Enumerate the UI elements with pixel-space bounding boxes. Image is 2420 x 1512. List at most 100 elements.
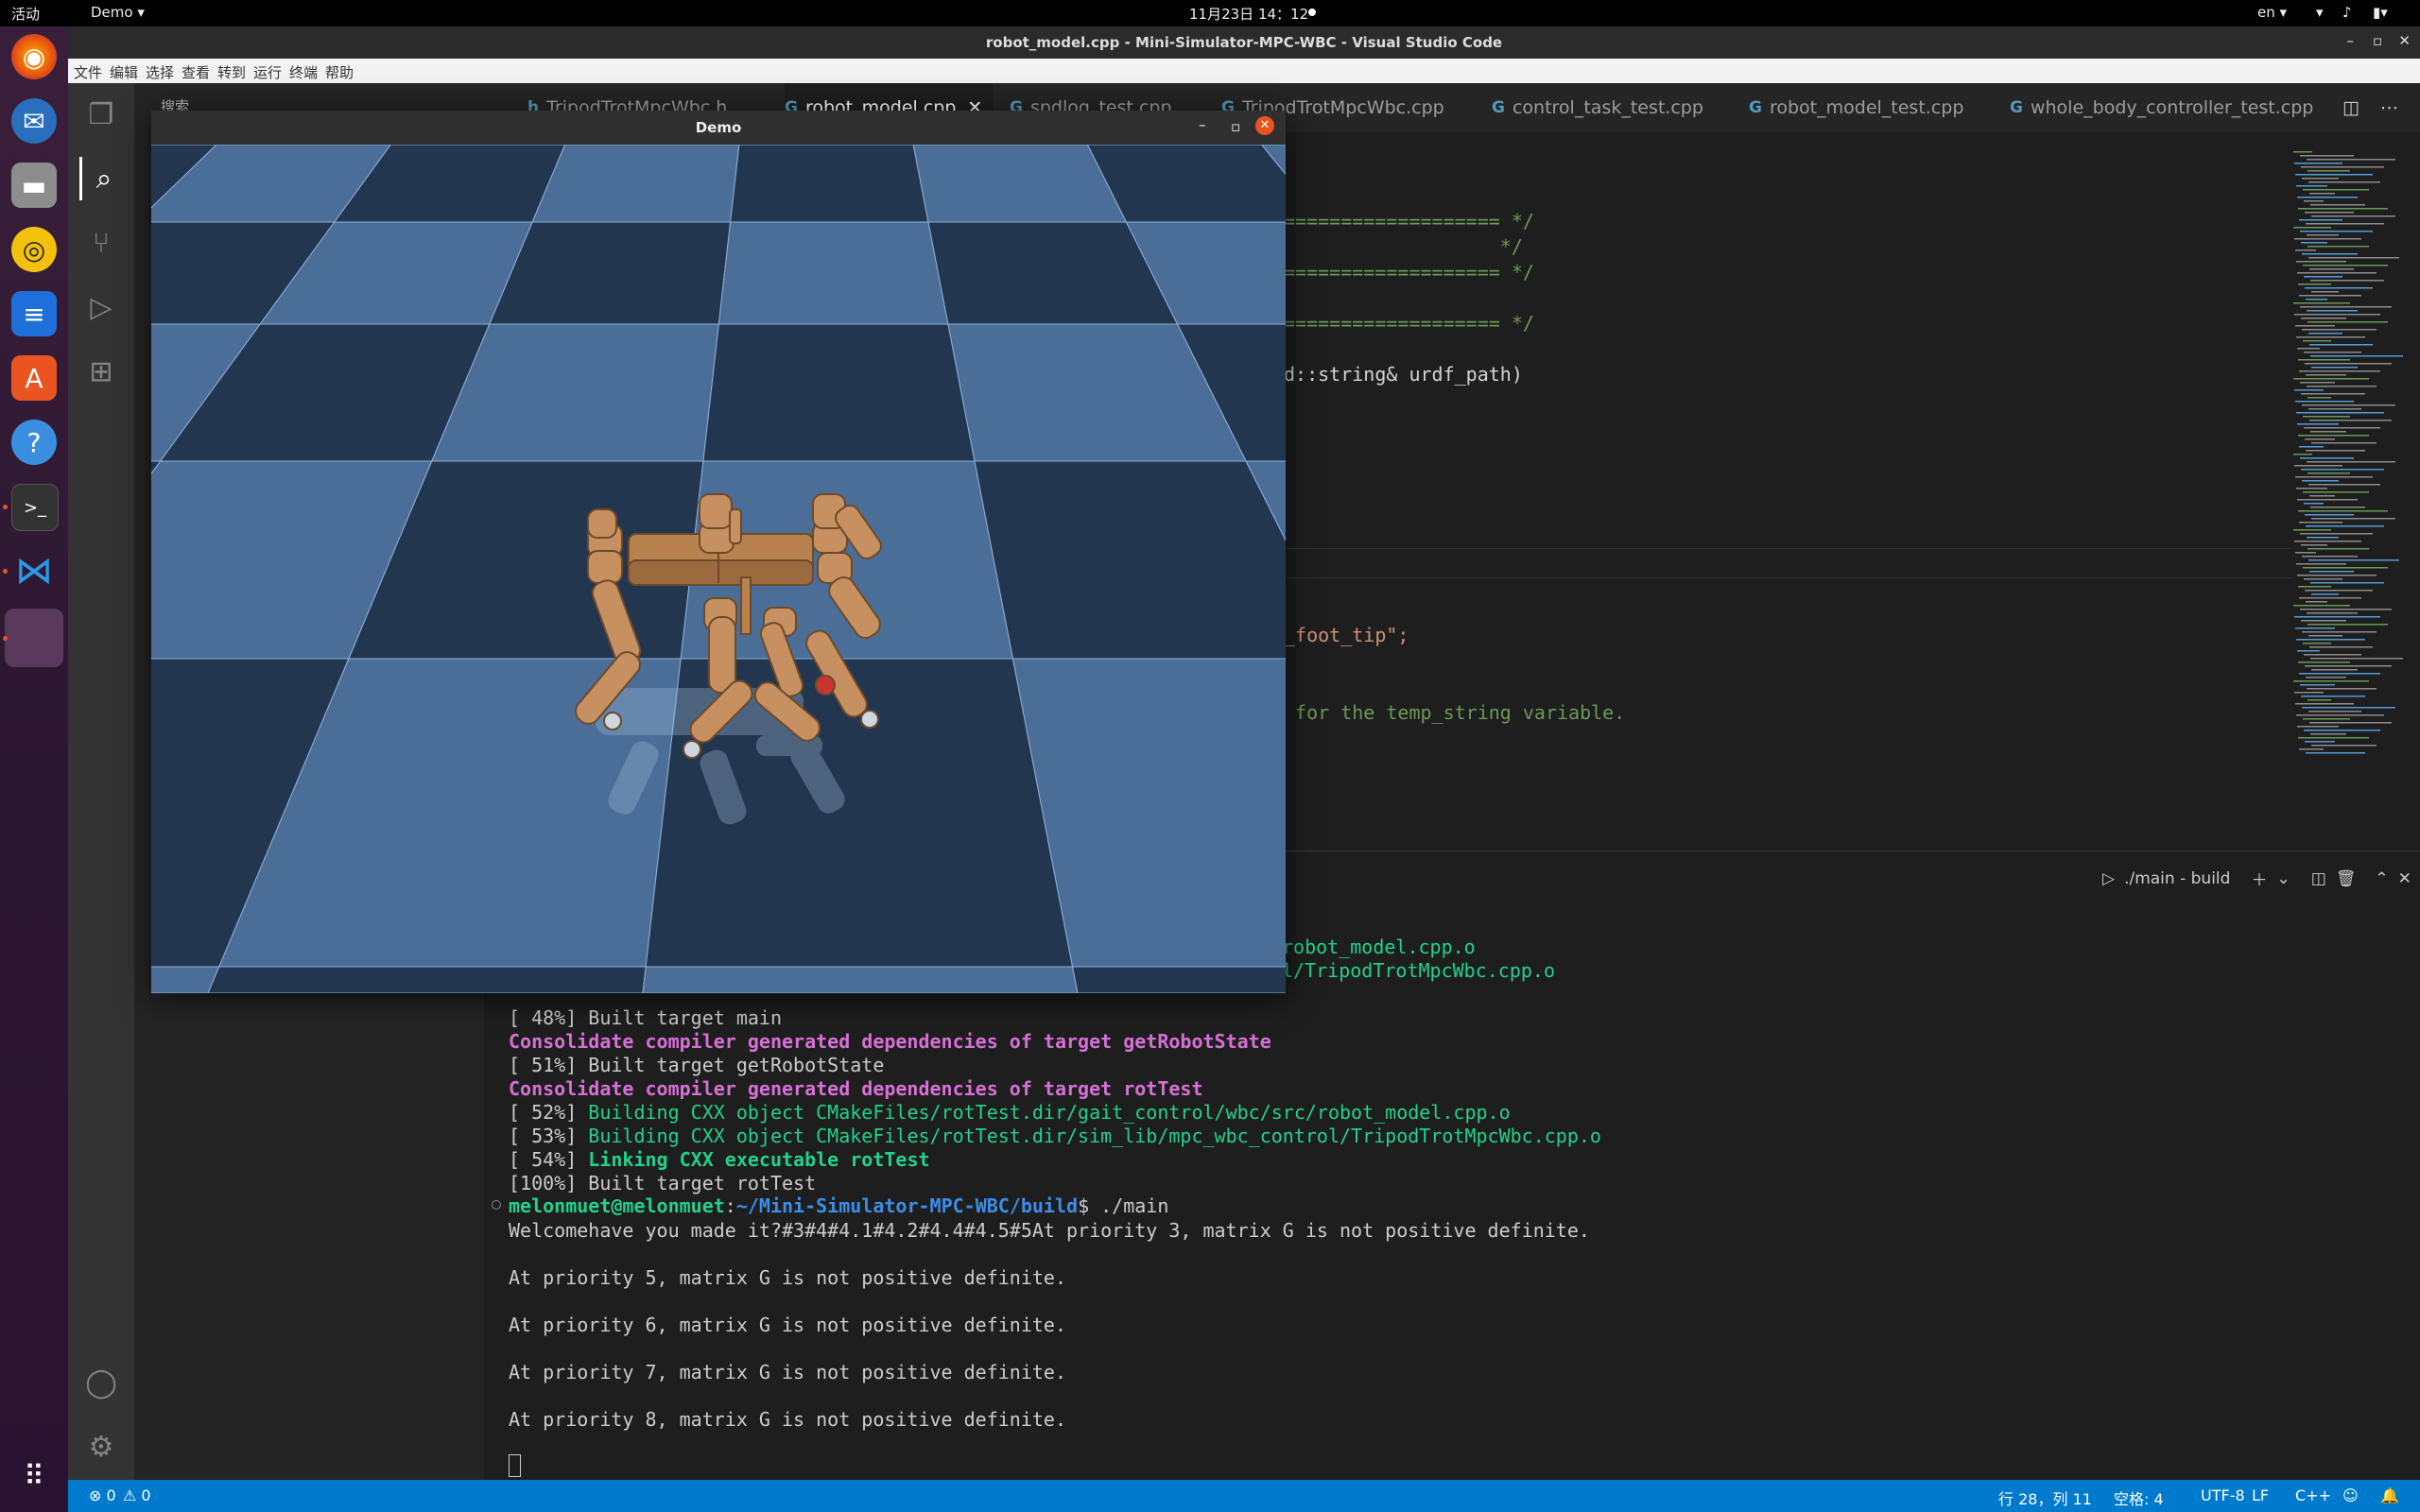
rhythmbox-icon[interactable]: ◎ <box>11 227 57 272</box>
extensions-icon[interactable]: ⊞ <box>79 350 123 393</box>
menu-terminal[interactable]: 终端 <box>289 62 318 82</box>
split-editor-icon[interactable]: ◫ <box>2342 83 2360 132</box>
app-center-icon[interactable]: A <box>11 355 57 401</box>
minimap-line <box>2302 404 2395 406</box>
terminal-name[interactable]: ./main - build <box>2124 869 2230 888</box>
minimap-graphic <box>2293 151 2403 754</box>
source-control-icon[interactable]: ⑂ <box>79 221 123 265</box>
minimap-line <box>2296 488 2327 490</box>
run-debug-icon[interactable]: ▷ <box>79 285 123 329</box>
minimap-line <box>2300 457 2354 459</box>
minimap-line <box>2309 268 2354 270</box>
account-icon[interactable]: ◯ <box>79 1361 123 1404</box>
indentation[interactable]: 空格: 4 <box>2114 1486 2164 1509</box>
volume-icon[interactable]: ♪ <box>2342 4 2352 21</box>
floor-tile <box>702 323 976 462</box>
close-icon[interactable]: ✕ <box>1255 116 1274 135</box>
dock: ◉ ✉ ▬ ◎ ≡ A ? >_ ⋈ ⠿ <box>0 26 68 1512</box>
activities-button[interactable]: 活动 <box>11 4 40 24</box>
maximize-icon[interactable]: ▫ <box>2373 32 2382 49</box>
minimap-line <box>2305 665 2392 667</box>
minimap-line <box>2310 582 2384 584</box>
menu-edit[interactable]: 编辑 <box>110 62 138 82</box>
minimap-line <box>2308 472 2350 474</box>
menu-selection[interactable]: 选择 <box>146 62 174 82</box>
minimap-line <box>2303 265 2388 266</box>
line-ending[interactable]: LF <box>2252 1486 2269 1504</box>
menu-help[interactable]: 帮助 <box>325 62 354 82</box>
minimize-icon[interactable]: – <box>1199 116 1206 133</box>
terminal-cursor <box>509 1454 521 1477</box>
build-message: Consolidate compiler generated dependenc… <box>509 1030 1271 1053</box>
minimap-line <box>2294 692 2324 694</box>
tab-control-task-test[interactable]: Gcontrol_task_test.cpp <box>1492 83 1703 132</box>
minimap-line <box>2306 223 2384 225</box>
clock[interactable]: 11月23日 14：12 <box>1189 4 1308 24</box>
minimize-icon[interactable]: – <box>2347 32 2355 49</box>
writer-icon[interactable]: ≡ <box>11 291 57 336</box>
thunderbird-icon[interactable]: ✉ <box>11 98 57 144</box>
command-decoration-icon[interactable] <box>492 1200 501 1210</box>
language-mode[interactable]: C++ <box>2295 1486 2331 1504</box>
minimap-line <box>2293 378 2369 380</box>
minimap-line <box>2306 752 2365 754</box>
settings-gear-icon[interactable]: ⚙ <box>79 1425 123 1469</box>
minimap-line <box>2293 151 2312 153</box>
tab-robot-model-test[interactable]: Grobot_model_test.cpp <box>1749 83 1963 132</box>
errors-indicator[interactable]: ⊗ 0 <box>89 1486 116 1504</box>
terminal-line: [ 53%] Building CXX object CMakeFiles/ro… <box>509 1125 1601 1147</box>
demo-window[interactable]: Demo – ▫ ✕ <box>151 111 1286 993</box>
wifi-icon[interactable]: ▾ <box>2316 4 2324 21</box>
minimap-line <box>2295 401 2354 403</box>
battery-icon[interactable]: ▮▾ <box>2373 4 2388 21</box>
minimap-line <box>2299 748 2324 750</box>
demo-window-icon[interactable] <box>5 609 63 667</box>
chevron-down-icon[interactable]: ⌄ <box>2276 869 2290 888</box>
more-actions-icon[interactable]: ⋯ <box>2380 83 2398 132</box>
help-icon[interactable]: ? <box>11 420 57 465</box>
cursor-position[interactable]: 行 28，列 11 <box>1998 1486 2092 1509</box>
close-panel-icon[interactable]: ✕ <box>2398 869 2411 888</box>
maximize-icon[interactable]: ▫ <box>1231 118 1240 135</box>
feedback-icon[interactable]: ☺ <box>2342 1486 2359 1504</box>
menu-file[interactable]: 文件 <box>74 62 102 82</box>
maximize-panel-icon[interactable]: ⌃ <box>2375 869 2388 888</box>
menu-run[interactable]: 运行 <box>253 62 282 82</box>
menu-view[interactable]: 查看 <box>182 62 210 82</box>
explorer-icon[interactable]: ❐ <box>79 93 123 136</box>
files-icon[interactable]: ▬ <box>11 163 57 208</box>
tab-whole-body-controller-test[interactable]: Gwhole_body_controller_test.cpp <box>2010 83 2313 132</box>
simulation-viewport[interactable] <box>151 145 1286 993</box>
code-line: =================== */ <box>1284 312 1534 335</box>
minimap-line <box>2306 374 2346 376</box>
floor-tile <box>974 460 1286 660</box>
minimap-line <box>2299 370 2380 372</box>
firefox-icon[interactable]: ◉ <box>11 34 57 79</box>
terminal-icon[interactable]: >_ <box>11 484 59 531</box>
code-line: =================== */ <box>1284 261 1534 284</box>
show-apps-icon[interactable]: ⠿ <box>11 1453 57 1499</box>
minimap[interactable] <box>2291 151 2405 775</box>
close-icon[interactable]: ✕ <box>2398 32 2411 49</box>
split-terminal-icon[interactable]: ◫ <box>2311 869 2326 888</box>
minimap-line <box>2306 450 2365 452</box>
trash-icon[interactable]: 🗑 <box>2336 869 2357 888</box>
cpp-file-icon: G <box>1749 98 1762 117</box>
app-menu[interactable]: Demo ▾ <box>91 4 145 21</box>
new-terminal-icon[interactable]: ＋ <box>2251 867 2267 890</box>
search-icon[interactable]: ⌕ <box>79 157 126 200</box>
minimap-line <box>2310 658 2403 660</box>
minimap-line <box>2298 737 2369 739</box>
encoding[interactable]: UTF-8 <box>2201 1486 2245 1504</box>
minimap-line <box>2294 541 2361 542</box>
minimap-line <box>2293 454 2312 455</box>
demo-title-bar[interactable]: Demo – ▫ ✕ <box>151 111 1286 145</box>
minimap-line <box>2302 480 2339 482</box>
notifications-bell-icon[interactable]: 🔔 <box>2380 1486 2399 1504</box>
warnings-indicator[interactable]: ⚠ 0 <box>123 1486 151 1504</box>
vscode-icon[interactable]: ⋈ <box>11 548 57 593</box>
minimap-line <box>2308 624 2388 626</box>
input-language[interactable]: en ▾ <box>2257 4 2287 21</box>
menu-go[interactable]: 转到 <box>217 62 246 82</box>
minimap-line <box>2309 420 2392 421</box>
